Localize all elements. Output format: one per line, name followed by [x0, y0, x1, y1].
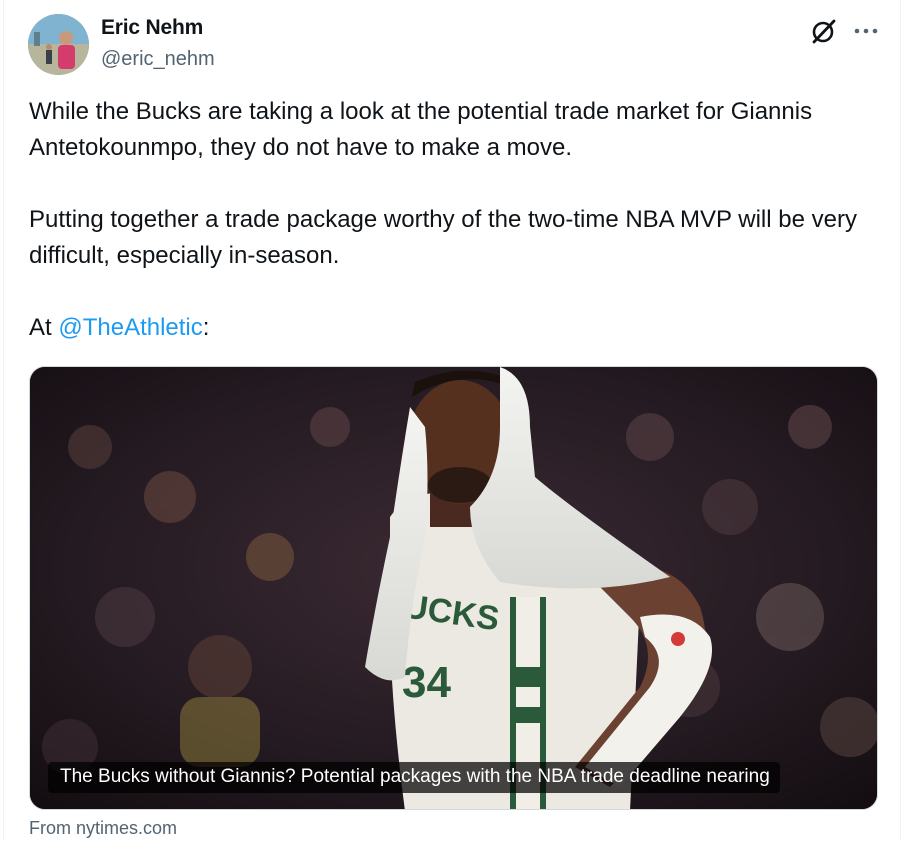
link-card-headline: The Bucks without Giannis? Potential pac…: [48, 762, 780, 793]
tweet-paragraph-2: Putting together a trade package worthy …: [29, 206, 857, 269]
author-name[interactable]: Eric Nehm: [101, 16, 203, 40]
tweet-paragraph-1: While the Bucks are taking a look at the…: [29, 98, 813, 161]
svg-text:34: 34: [402, 658, 451, 707]
paragraph-3-suffix: :: [202, 314, 210, 341]
paragraph-3-prefix: At: [29, 314, 59, 341]
more-icon[interactable]: [850, 17, 882, 45]
tweet-paragraph-3: At @TheAthletic:: [29, 310, 869, 346]
avatar-photo: [28, 14, 89, 75]
grok-icon[interactable]: [810, 17, 838, 45]
author-avatar[interactable]: [28, 14, 89, 75]
tweet-card: Eric Nehm @eric_nehm While the Bucks are…: [3, 0, 901, 841]
link-card-source[interactable]: From nytimes.com: [29, 818, 177, 839]
link-card[interactable]: UCKS 34 The Bucks without Giannis? Poten…: [29, 366, 878, 810]
author-handle[interactable]: @eric_nehm: [101, 48, 215, 71]
tweet-text: While the Bucks are taking a look at the…: [29, 94, 869, 346]
link-card-image: UCKS 34: [30, 367, 877, 809]
mention-link[interactable]: @TheAthletic: [58, 314, 202, 341]
